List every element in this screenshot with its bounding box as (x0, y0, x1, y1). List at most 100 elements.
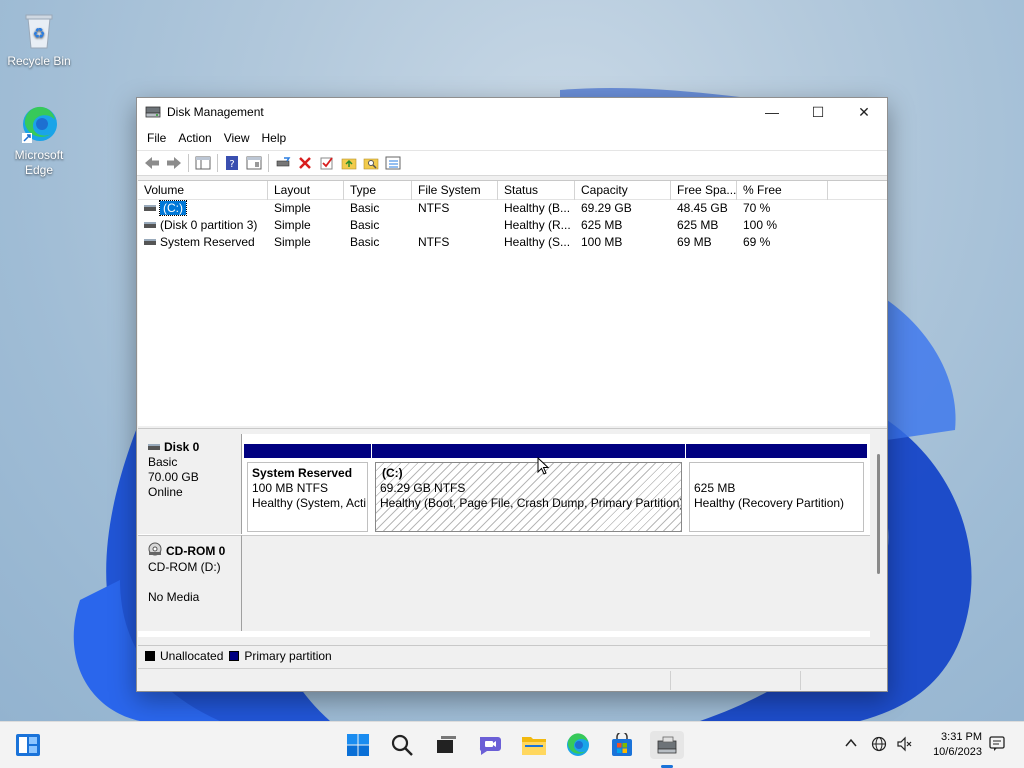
status-bar-cell (800, 671, 886, 690)
disk-view-scrollbar[interactable] (870, 434, 887, 637)
volume-type: Basic (350, 201, 380, 215)
volume-disk-icon (144, 204, 156, 211)
volume-percent-free: 70 % (743, 201, 771, 215)
maximize-button[interactable]: ☐ (795, 98, 841, 126)
mouse-cursor-icon (537, 456, 550, 479)
column-header-layout[interactable]: Layout (268, 181, 344, 200)
recycle-bin-icon: ♻ (19, 10, 59, 50)
volume-row[interactable]: (Disk 0 partition 3) Simple Basic Health… (138, 217, 887, 234)
notification-icon[interactable] (988, 735, 1006, 756)
volume-capacity: 100 MB (581, 235, 623, 249)
volume-free-space: 625 MB (677, 218, 719, 232)
toolbar: ? (137, 150, 887, 176)
toolbar-separator (188, 154, 189, 172)
forward-arrow-icon[interactable] (163, 152, 185, 174)
title-bar[interactable]: Disk Management — ☐ ✕ (137, 98, 887, 126)
menu-bar: File Action View Help (137, 126, 887, 150)
partition-system-reserved[interactable]: System Reserved 100 MB NTFS Healthy (Sys… (244, 444, 371, 532)
disk-management-taskbar-icon[interactable] (650, 731, 684, 759)
edge-taskbar-icon[interactable] (564, 731, 592, 759)
search-folder-icon[interactable] (360, 152, 382, 174)
volume-name: (C:) (159, 200, 187, 216)
partition-size: 625 MB (694, 481, 736, 495)
disk-icon (148, 443, 160, 450)
partition-bar (244, 444, 371, 458)
close-button[interactable]: ✕ (841, 98, 887, 126)
column-header-percent-free[interactable]: % Free (737, 181, 828, 200)
connect-drive-icon[interactable] (272, 152, 294, 174)
help-icon[interactable]: ? (221, 152, 243, 174)
volume-list-header: Volume Layout Type File System Status Ca… (138, 181, 887, 200)
menu-file[interactable]: File (141, 126, 172, 150)
column-header-capacity[interactable]: Capacity (575, 181, 671, 200)
menu-action[interactable]: Action (172, 126, 217, 150)
svg-text:♻: ♻ (33, 26, 46, 42)
volume-free-space: 69 MB (677, 235, 712, 249)
partition-c-drive[interactable]: (C:) 69.29 GB NTFS Healthy (Boot, Page F… (372, 444, 685, 532)
disk-state: Online (148, 485, 183, 499)
volume-layout: Simple (274, 201, 311, 215)
chat-icon[interactable] (476, 731, 504, 759)
volume-layout: Simple (274, 235, 311, 249)
list-view-icon[interactable] (382, 152, 404, 174)
volume-disk-icon (144, 238, 156, 245)
primary-partition-swatch (229, 651, 240, 661)
volume-status: Healthy (S... (504, 235, 571, 249)
svg-text:?: ? (229, 159, 234, 170)
folder-up-icon[interactable] (338, 152, 360, 174)
volume-muted-icon[interactable] (896, 736, 912, 755)
partition-recovery[interactable]: 625 MB Healthy (Recovery Partition) (686, 444, 867, 532)
partition-status: Healthy (System, Acti (252, 496, 367, 510)
column-header-type[interactable]: Type (344, 181, 412, 200)
desktop-icon-recycle-bin[interactable]: ♻ Recycle Bin (3, 10, 75, 69)
file-explorer-icon[interactable] (520, 731, 548, 759)
taskbar-clock[interactable]: 3:31 PM 10/6/2023 (933, 730, 982, 760)
cd-rom-icon (148, 542, 162, 560)
clock-date: 10/6/2023 (933, 746, 982, 758)
scrollbar-thumb[interactable] (877, 454, 880, 574)
volume-file-system: NTFS (418, 201, 450, 215)
volume-row[interactable]: System Reserved Simple Basic NTFS Health… (138, 234, 887, 251)
widgets-icon[interactable] (14, 731, 42, 759)
column-header-file-system[interactable]: File System (412, 181, 498, 200)
menu-view[interactable]: View (218, 126, 256, 150)
volume-status: Healthy (B... (504, 201, 571, 215)
legend-primary-partition: Primary partition (244, 649, 332, 663)
search-icon[interactable] (388, 731, 416, 759)
chevron-up-icon[interactable] (844, 736, 858, 753)
properties-icon[interactable] (243, 152, 265, 174)
legend-unallocated: Unallocated (160, 649, 224, 663)
minimize-button[interactable]: — (749, 98, 795, 126)
start-button-windows-icon[interactable] (344, 731, 372, 759)
partition-status: Healthy (Boot, Page File, Crash Dump, Pr… (380, 496, 682, 510)
delete-icon[interactable] (294, 152, 316, 174)
column-header-status[interactable]: Status (498, 181, 575, 200)
column-header-free-space[interactable]: Free Spa... (671, 181, 737, 200)
cdrom-media-area[interactable] (242, 535, 870, 631)
cdrom-name: CD-ROM 0 (166, 543, 226, 558)
task-view-icon[interactable] (432, 731, 460, 759)
volume-percent-free: 100 % (743, 218, 778, 232)
partition-size: 100 MB NTFS (252, 481, 329, 495)
desktop-icon-label: Recycle Bin (7, 54, 71, 68)
disk-0-label[interactable]: Disk 0 Basic 70.00 GB Online (138, 434, 242, 534)
menu-help[interactable]: Help (256, 126, 293, 150)
volume-row[interactable]: (C:) Simple Basic NTFS Healthy (B... 69.… (138, 200, 887, 217)
cdrom-0-label[interactable]: CD-ROM 0 CD-ROM (D:) No Media (138, 535, 242, 631)
disk-type: Basic (148, 455, 178, 469)
desktop-icon-edge[interactable]: Microsoft Edge (3, 104, 75, 178)
partition-bar (372, 444, 685, 458)
microsoft-store-icon[interactable] (608, 731, 636, 759)
disk-management-app-icon (145, 105, 161, 119)
edge-icon (19, 104, 59, 144)
disk-name: Disk 0 (164, 440, 200, 454)
globe-network-icon[interactable] (871, 736, 887, 755)
disk-management-window: Disk Management — ☐ ✕ File Action View H… (136, 97, 888, 692)
column-header-volume[interactable]: Volume (138, 181, 268, 200)
volume-percent-free: 69 % (743, 235, 771, 249)
check-icon[interactable] (316, 152, 338, 174)
taskbar: 3:31 PM 10/6/2023 (0, 721, 1024, 768)
show-hide-console-tree-icon[interactable] (192, 152, 214, 174)
back-arrow-icon[interactable] (141, 152, 163, 174)
volume-list: Volume Layout Type File System Status Ca… (138, 180, 887, 426)
